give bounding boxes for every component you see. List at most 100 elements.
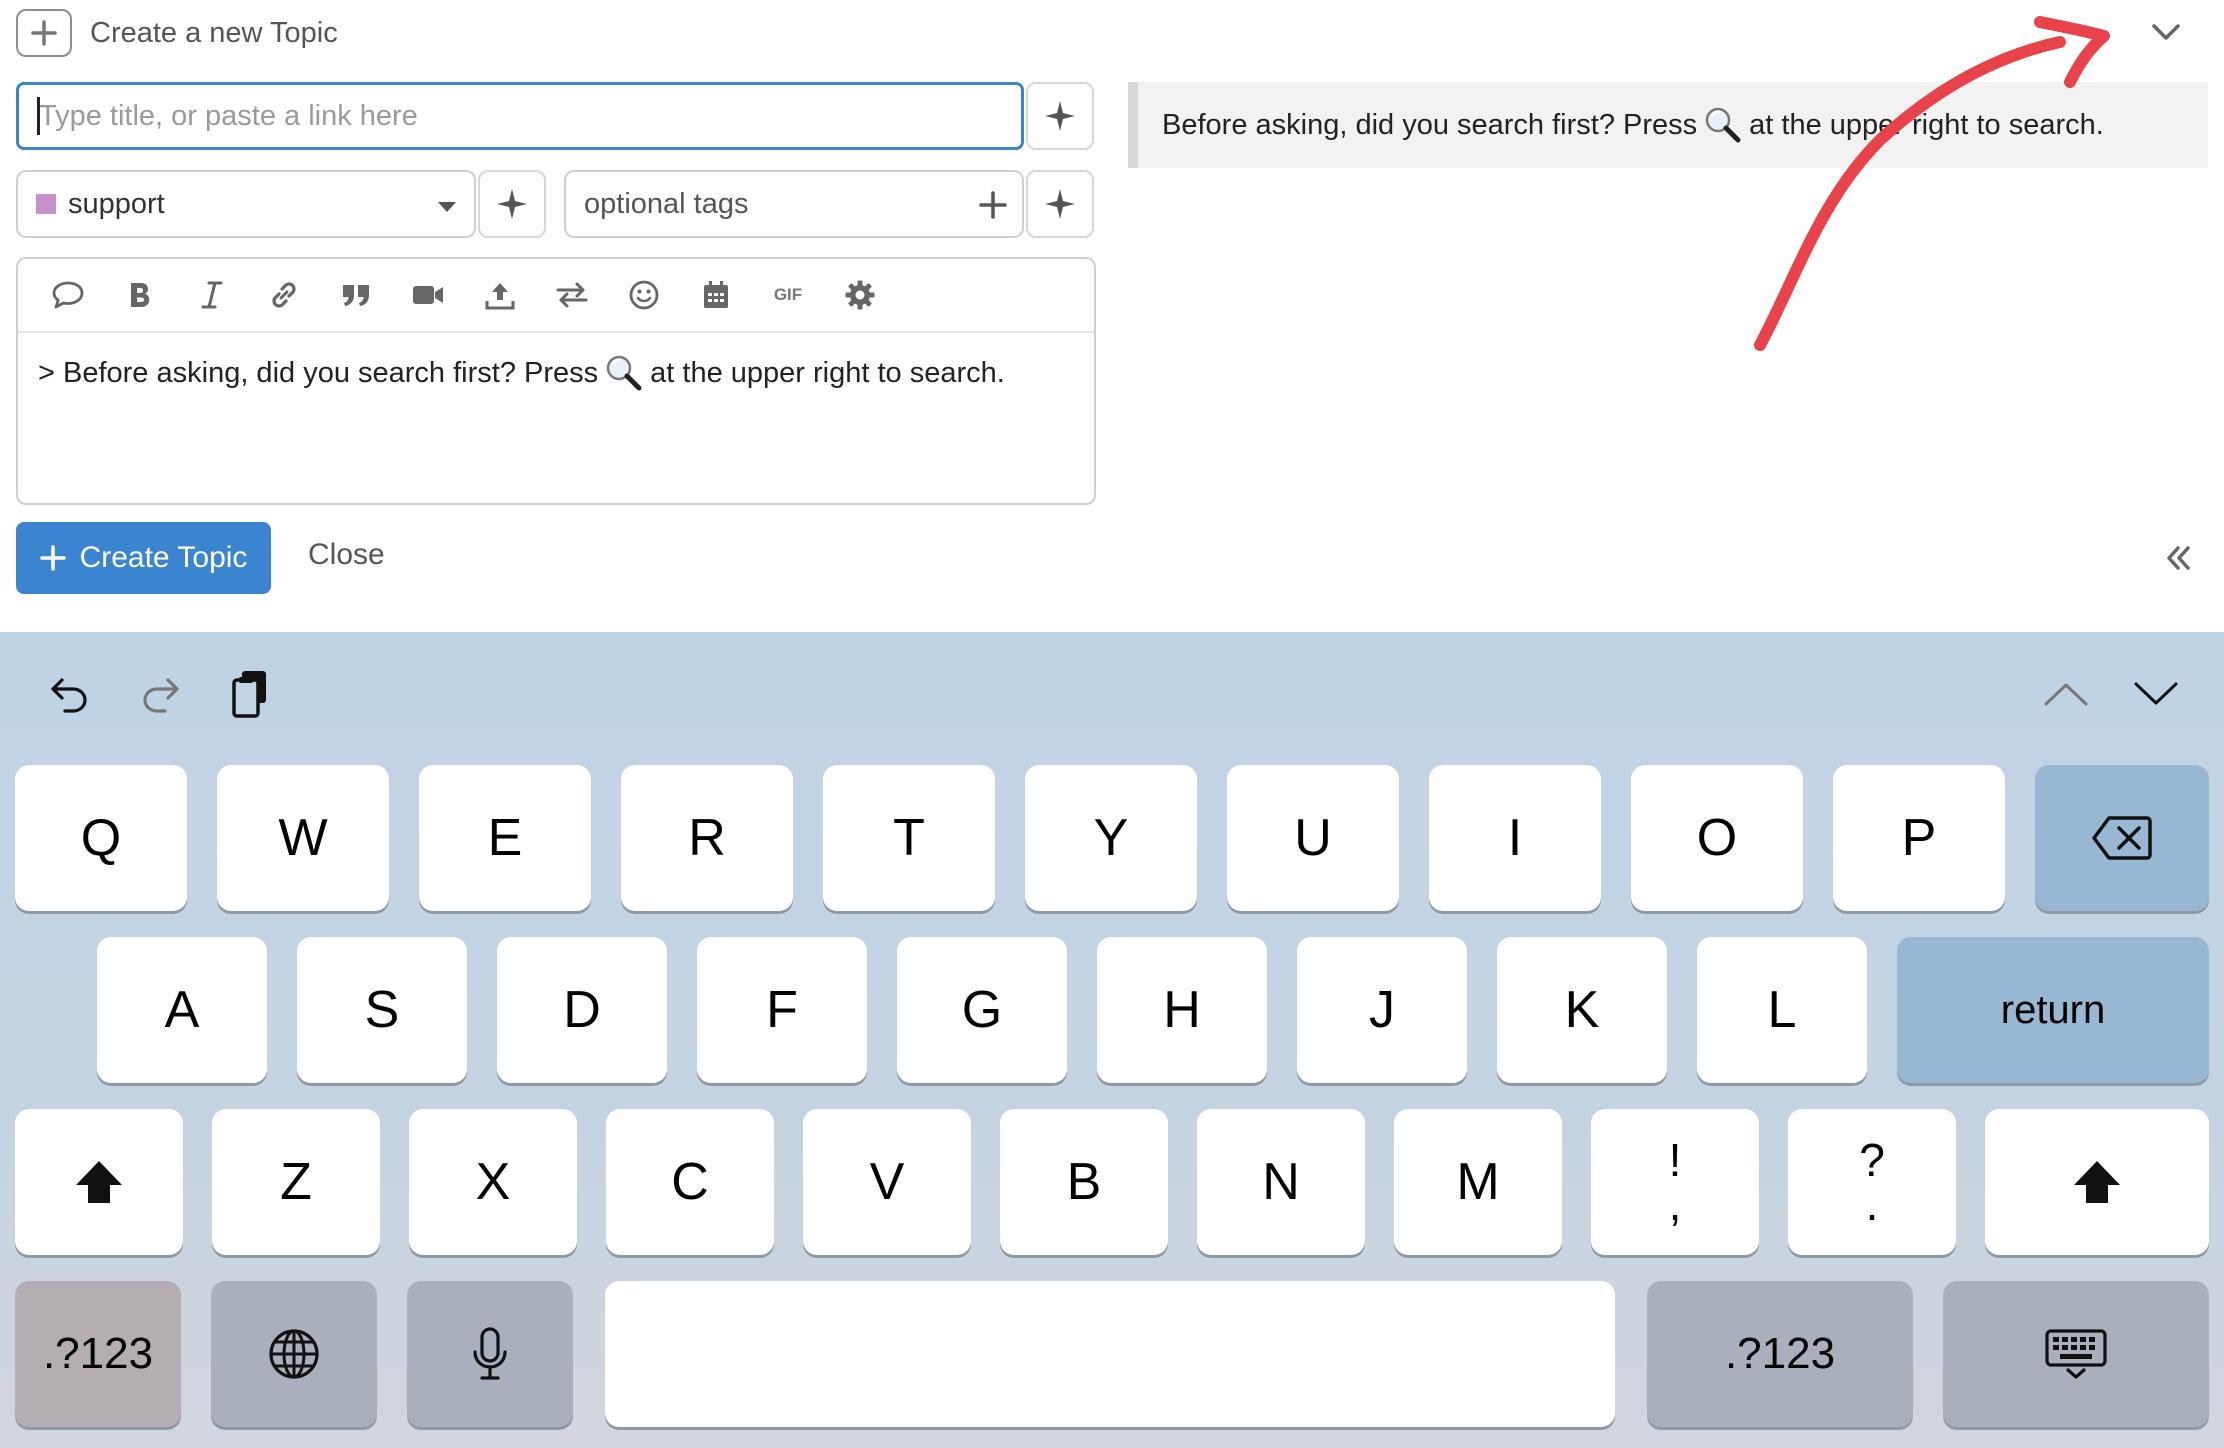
next-field-chevron-down-icon[interactable] xyxy=(2124,662,2188,726)
dismiss-keyboard-key[interactable] xyxy=(1943,1281,2209,1427)
numbers-key-left[interactable]: .?123 xyxy=(15,1281,181,1427)
space-bar[interactable] xyxy=(605,1281,1615,1427)
dictation-key[interactable] xyxy=(407,1281,573,1427)
backspace-key[interactable] xyxy=(2035,765,2209,911)
onscreen-keyboard: Q W E R T Y U I O P A S D F G H J K L re… xyxy=(0,632,2224,1448)
gif-icon[interactable]: GIF xyxy=(752,265,824,325)
right-shift-key[interactable] xyxy=(1985,1109,2209,1255)
bold-icon[interactable] xyxy=(104,265,176,325)
microphone-icon xyxy=(473,1327,507,1380)
key-c[interactable]: C xyxy=(606,1109,774,1255)
category-label: support xyxy=(68,187,165,220)
italic-icon[interactable] xyxy=(176,265,248,325)
gif-label: GIF xyxy=(773,285,803,304)
key-q[interactable]: Q xyxy=(15,765,187,911)
key-m[interactable]: M xyxy=(1394,1109,1562,1255)
magnifier-icon xyxy=(606,355,642,391)
key-j[interactable]: J xyxy=(1297,937,1467,1083)
key-bottom-char: . xyxy=(1865,1178,1879,1230)
key-h[interactable]: H xyxy=(1097,937,1267,1083)
key-t[interactable]: T xyxy=(823,765,995,911)
sparkle-icon xyxy=(497,189,527,219)
shift-arrow-icon xyxy=(76,1161,122,1203)
composer-title: Create a new Topic xyxy=(90,16,338,49)
key-i[interactable]: I xyxy=(1429,765,1601,911)
globe-icon xyxy=(269,1329,319,1379)
composer-header: Create a new Topic xyxy=(16,8,338,58)
left-shift-key[interactable] xyxy=(15,1109,183,1255)
emoji-icon[interactable] xyxy=(608,265,680,325)
key-s[interactable]: S xyxy=(297,937,467,1083)
quote-icon[interactable] xyxy=(320,265,392,325)
editor-toolbar: GIF xyxy=(18,259,1094,333)
key-p[interactable]: P xyxy=(1833,765,2005,911)
key-exclamation-comma[interactable]: ! , xyxy=(1591,1109,1759,1255)
key-top-char: ! xyxy=(1668,1134,1682,1186)
swap-icon[interactable] xyxy=(536,265,608,325)
close-button[interactable]: Close xyxy=(308,538,385,572)
add-tag-plus-icon xyxy=(979,191,1007,219)
dropdown-caret-icon xyxy=(438,202,456,212)
key-b[interactable]: B xyxy=(1000,1109,1168,1255)
key-top-char: ? xyxy=(1859,1134,1885,1186)
editor-text-part2: at the upper right to search. xyxy=(650,356,1005,389)
create-topic-label: Create Topic xyxy=(79,541,248,574)
key-dual-label: ? . xyxy=(1859,1134,1885,1230)
tags-input[interactable]: optional tags xyxy=(564,170,1024,238)
previous-field-chevron-up-icon[interactable] xyxy=(2034,662,2098,726)
upload-icon[interactable] xyxy=(464,265,536,325)
key-v[interactable]: V xyxy=(803,1109,971,1255)
key-z[interactable]: Z xyxy=(212,1109,380,1255)
topic-title-input[interactable] xyxy=(16,82,1024,150)
video-icon[interactable] xyxy=(392,265,464,325)
magnifier-icon xyxy=(1705,107,1741,143)
key-k[interactable]: K xyxy=(1497,937,1667,1083)
speech-bubble-icon[interactable] xyxy=(32,265,104,325)
key-r[interactable]: R xyxy=(621,765,793,911)
key-f[interactable]: F xyxy=(697,937,867,1083)
calendar-icon[interactable] xyxy=(680,265,752,325)
link-icon[interactable] xyxy=(248,265,320,325)
sparkle-icon xyxy=(1045,101,1075,131)
ai-title-suggest-button[interactable] xyxy=(1026,82,1094,150)
category-select[interactable]: support xyxy=(16,170,476,238)
clipboard-icon[interactable] xyxy=(218,662,282,726)
return-key[interactable]: return xyxy=(1897,937,2209,1083)
ai-category-suggest-button[interactable] xyxy=(478,170,546,238)
gear-icon[interactable] xyxy=(824,265,896,325)
key-y[interactable]: Y xyxy=(1025,765,1197,911)
key-u[interactable]: U xyxy=(1227,765,1399,911)
key-x[interactable]: X xyxy=(409,1109,577,1255)
text-cursor xyxy=(37,97,40,135)
key-w[interactable]: W xyxy=(217,765,389,911)
key-l[interactable]: L xyxy=(1697,937,1867,1083)
collapse-composer-chevron-icon[interactable] xyxy=(2146,14,2186,50)
preview-text-part1: Before asking, did you search first? Pre… xyxy=(1162,108,1698,141)
sparkle-icon xyxy=(1045,189,1075,219)
ai-tags-suggest-button[interactable] xyxy=(1026,170,1094,238)
redo-icon[interactable] xyxy=(128,662,192,726)
key-question-period[interactable]: ? . xyxy=(1788,1109,1956,1255)
key-dual-label: ! , xyxy=(1668,1134,1682,1227)
numbers-key-right[interactable]: .?123 xyxy=(1647,1281,1913,1427)
toggle-preview-double-chevron-icon[interactable] xyxy=(2160,540,2196,576)
globe-key[interactable] xyxy=(211,1281,377,1427)
preview-text-part2: at the upper right to search. xyxy=(1749,108,2104,141)
keyboard-dismiss-icon xyxy=(2045,1329,2107,1379)
key-g[interactable]: G xyxy=(897,937,1067,1083)
editor[interactable]: GIF > Before asking, did you search firs… xyxy=(16,257,1096,505)
key-d[interactable]: D xyxy=(497,937,667,1083)
key-e[interactable]: E xyxy=(419,765,591,911)
key-a[interactable]: A xyxy=(97,937,267,1083)
tags-placeholder: optional tags xyxy=(584,187,749,220)
create-topic-button[interactable]: Create Topic xyxy=(16,522,271,594)
backspace-icon xyxy=(2092,816,2152,860)
key-n[interactable]: N xyxy=(1197,1109,1365,1255)
editor-content[interactable]: > Before asking, did you search first? P… xyxy=(18,333,1094,413)
plus-icon xyxy=(39,545,66,571)
key-o[interactable]: O xyxy=(1631,765,1803,911)
category-color-swatch xyxy=(36,194,56,214)
undo-icon[interactable] xyxy=(38,662,102,726)
editor-text-part1: > Before asking, did you search first? P… xyxy=(38,356,599,389)
preview-pane: Before asking, did you search first? Pre… xyxy=(1128,82,2208,168)
